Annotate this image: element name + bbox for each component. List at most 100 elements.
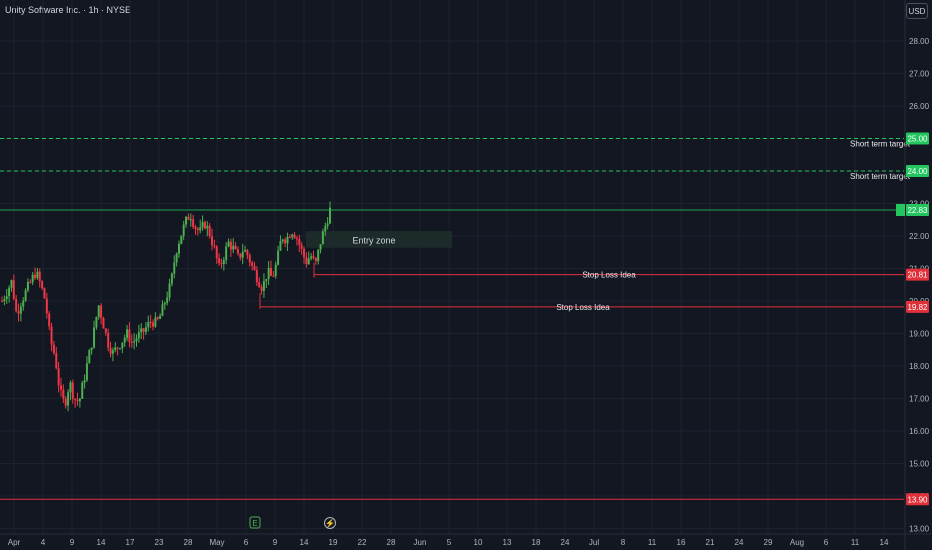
candle-body — [22, 300, 25, 307]
candle-body — [211, 236, 214, 246]
candle-body — [206, 225, 209, 229]
candle-body — [152, 322, 155, 327]
candle-body — [248, 255, 251, 263]
y-tick-label: 27.00 — [909, 70, 930, 79]
candle-body — [272, 275, 275, 277]
x-tick-label: 19 — [329, 538, 338, 547]
candle-body — [95, 316, 98, 328]
candle-body — [142, 328, 145, 332]
candle-body — [185, 216, 188, 225]
candle-body — [288, 236, 291, 238]
candle-body — [253, 265, 256, 271]
time-axis[interactable]: Apr 4 9 14 17 23 28 May 6 9 14 19 22 28 Jun 5 10 13 18 24 Ju… — [0, 533, 932, 547]
price-chart[interactable]: Short term target Short term target Stop L… — [0, 0, 932, 550]
y-tick-label: 16.00 — [909, 427, 930, 436]
x-tick-label: 14 — [300, 538, 309, 547]
candle-body — [81, 382, 84, 399]
candle-body — [232, 245, 235, 250]
candle-body — [166, 297, 169, 303]
candle-body — [312, 256, 315, 258]
candle-body — [85, 363, 88, 381]
candle-body — [265, 278, 268, 282]
candle-body — [154, 317, 157, 327]
x-tick-label: 4 — [41, 538, 46, 547]
candle-body — [329, 207, 331, 224]
candle-body — [126, 329, 129, 338]
candle-body — [215, 246, 218, 259]
candle-body — [196, 228, 199, 231]
candle-body — [177, 243, 180, 254]
candle-body — [262, 281, 265, 291]
candle-body — [300, 244, 303, 249]
candle-body — [258, 282, 261, 288]
grid — [0, 0, 904, 534]
candle-body — [310, 256, 313, 259]
candle-body — [48, 313, 51, 327]
candle-body — [281, 239, 284, 242]
price-tag-label: 19.82 — [907, 303, 928, 312]
candle-body — [319, 244, 322, 250]
candle-body — [69, 382, 72, 393]
event-markers[interactable]: E ⚡ — [249, 516, 336, 529]
price-tag-label: 13.90 — [907, 495, 928, 504]
candle-body — [303, 248, 306, 258]
x-tick-label: May — [209, 538, 224, 547]
candle-body — [114, 347, 117, 351]
x-tick-label: 18 — [532, 538, 541, 547]
x-tick-label: Aug — [790, 538, 804, 547]
candle-body — [43, 288, 46, 299]
candle-body — [159, 315, 162, 319]
candle-body — [24, 290, 27, 301]
candle-body — [3, 299, 6, 302]
candle-body — [83, 380, 86, 383]
x-tick-label: 8 — [621, 538, 626, 547]
candle-body — [260, 287, 263, 291]
x-tick-label: 17 — [126, 538, 135, 547]
candle-body — [192, 219, 195, 227]
candle-body — [286, 236, 289, 244]
candle-body — [5, 296, 8, 300]
x-tick-label: 9 — [273, 538, 278, 547]
candle-body — [135, 338, 138, 342]
candle-body — [161, 304, 164, 316]
candle-body — [203, 221, 206, 229]
last-price-marker — [896, 204, 905, 216]
x-tick-label: 6 — [244, 538, 249, 547]
candle-body — [234, 245, 237, 250]
candle-body — [62, 389, 65, 399]
candle-body — [173, 262, 176, 274]
candle-body — [78, 398, 81, 402]
candle-body — [277, 250, 280, 265]
x-tick-label: 28 — [184, 538, 193, 547]
candle-body — [241, 251, 244, 258]
x-tick-label: 29 — [764, 538, 773, 547]
candle-body — [97, 305, 100, 317]
candle-body — [38, 271, 41, 282]
price-tag-label: 22.83 — [907, 206, 928, 215]
candle-body — [168, 283, 171, 298]
x-tick-label: 11 — [648, 538, 657, 547]
candle-body — [170, 273, 173, 284]
level-lines: Short term target Short term target Stop L… — [0, 138, 911, 500]
candle-body — [17, 311, 20, 314]
x-tick-label: 24 — [735, 538, 744, 547]
candle-body — [34, 274, 37, 279]
target-label: Short term target — [850, 140, 911, 149]
x-tick-label: 10 — [474, 538, 483, 547]
candle-body — [144, 327, 147, 332]
candle-body — [100, 305, 103, 318]
candle-body — [295, 238, 298, 240]
y-tick-label: 22.00 — [909, 232, 930, 241]
candle-body — [236, 249, 239, 254]
candle-body — [156, 317, 159, 319]
y-tick-label: 17.00 — [909, 395, 930, 404]
candle-body — [307, 258, 310, 265]
candle-body — [298, 238, 301, 245]
candle-body — [118, 348, 121, 350]
candle-body — [15, 299, 18, 312]
candle-body — [180, 235, 183, 244]
candle-body — [102, 317, 105, 329]
entry-zone: Entry zone — [306, 231, 452, 248]
earnings-icon: E — [252, 519, 257, 528]
candle-body — [229, 241, 232, 250]
